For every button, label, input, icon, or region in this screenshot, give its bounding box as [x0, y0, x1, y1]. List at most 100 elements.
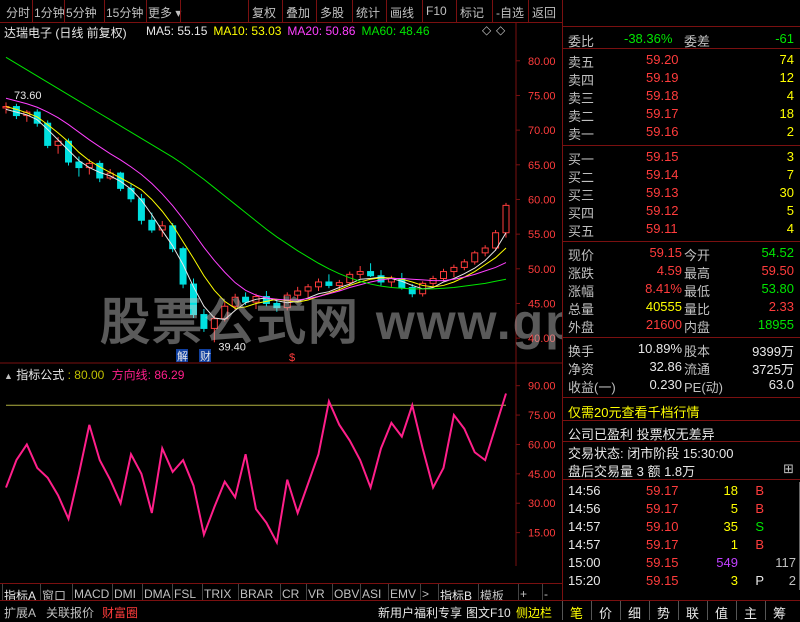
toolbar-button-4[interactable]: 画线 — [390, 4, 414, 21]
toolbar-tab-3[interactable]: 15分钟 — [106, 4, 143, 21]
toolbar-tab-1[interactable]: 1分钟 — [34, 4, 65, 21]
indicator-dropdown-icon[interactable]: ▲ — [4, 371, 13, 381]
toolbar-button-6[interactable]: 标记 — [460, 4, 484, 21]
price-axis-label: 75.00 — [528, 90, 556, 102]
candle-body — [85, 162, 93, 169]
bottom-tab-dma-4[interactable]: DMA — [144, 587, 171, 601]
tab-divider — [142, 584, 143, 600]
price-axis-label: 80.00 — [528, 56, 556, 68]
candle-body — [148, 219, 156, 231]
bottom-tab-asi-11[interactable]: ASI — [362, 587, 381, 601]
candle-body — [137, 198, 145, 221]
tab-divider — [172, 584, 173, 600]
toolbar-divider — [456, 0, 457, 22]
bottom-tab-macd-2[interactable]: MACD — [74, 587, 109, 601]
tab-divider — [40, 584, 41, 600]
ma-line-ma60 — [5, 56, 507, 290]
tab-divider — [72, 584, 73, 600]
tab-divider — [2, 584, 3, 600]
toolbar-divider — [248, 0, 249, 22]
price-axis-label: 55.00 — [528, 229, 556, 241]
bottom-tab-item-16[interactable]: + — [520, 587, 527, 601]
bottom-tab-vr-9[interactable]: VR — [308, 587, 325, 601]
tab-divider — [518, 584, 519, 600]
tab-divider — [238, 584, 239, 600]
tab-divider — [420, 584, 421, 600]
candle-body — [460, 261, 468, 268]
toolbar-divider — [104, 0, 105, 22]
bottom-tab-dmi-3[interactable]: DMI — [114, 587, 136, 601]
tab-divider — [280, 584, 281, 600]
indicator-direction: 方向线: 86.29 — [111, 368, 185, 382]
toolbar-button-3[interactable]: 统计 — [356, 4, 380, 21]
toolbar-divider — [64, 0, 65, 22]
tab-divider — [478, 584, 479, 600]
price-axis-label: 65.00 — [528, 160, 556, 172]
candle-body — [502, 204, 510, 234]
tab-divider — [542, 584, 543, 600]
tab-divider — [360, 584, 361, 600]
toolbar-divider — [422, 0, 423, 22]
status-newuser-link[interactable]: 新用户福利专享 — [378, 604, 462, 621]
toolbar-divider — [282, 0, 283, 22]
quote-panel — [562, 0, 800, 620]
toolbar-divider — [352, 0, 353, 22]
candle-body — [356, 271, 364, 275]
indicator-tab-bar: 指标A 窗口 MACD DMI DMA FSL TRIX BRAR CR VR OBV ASI EMV >… — [0, 583, 562, 603]
tab-divider — [438, 584, 439, 600]
indicator-name[interactable]: 指标公式 — [16, 368, 64, 382]
toolbar-button-8[interactable]: 返回 — [532, 4, 556, 21]
candle-body — [179, 248, 187, 285]
status-related-quotes[interactable]: 关联报价 — [46, 604, 94, 621]
toolbar-divider — [146, 0, 147, 22]
high-price-label: 73.60 — [14, 90, 42, 102]
indicator-header: ▲ 指标公式 : 80.00 方向线: 86.29 — [4, 366, 184, 382]
bottom-tab-trix-6[interactable]: TRIX — [204, 587, 231, 601]
indicator-axis-label: 90.00 — [528, 381, 556, 393]
tab-divider — [306, 584, 307, 600]
indicator-value: : 80.00 — [67, 368, 105, 382]
candle-body — [440, 271, 447, 280]
price-axis-label: 50.00 — [528, 264, 556, 276]
toolbar-divider — [492, 0, 493, 22]
toolbar-tab-4[interactable]: 更多 ▾ — [148, 4, 181, 21]
toolbar-divider — [32, 0, 33, 22]
bottom-tab-obv-10[interactable]: OBV — [334, 587, 359, 601]
candle-body — [471, 252, 479, 263]
bottom-tab-item-13[interactable]: > — [422, 587, 429, 601]
indicator-axis-label: 75.00 — [528, 410, 556, 422]
bottom-tab-fsl-5[interactable]: FSL — [174, 587, 196, 601]
toolbar-divider — [316, 0, 317, 22]
candle-body — [481, 247, 489, 254]
toolbar-button-2[interactable]: 多股 — [320, 4, 344, 21]
tab-divider — [202, 584, 203, 600]
status-sidebar-link[interactable]: 侧边栏 — [516, 604, 552, 621]
tab-divider — [112, 584, 113, 600]
toolbar-tab-2[interactable]: 5分钟 — [66, 4, 97, 21]
status-f10-link[interactable]: 图文F10 — [466, 604, 511, 621]
status-wealth-circle[interactable]: 财富圈 — [102, 604, 138, 621]
toolbar-button-1[interactable]: 叠加 — [286, 4, 310, 21]
indicator-axis-label: 15.00 — [528, 528, 556, 540]
bottom-tab-brar-7[interactable]: BRAR — [240, 587, 273, 601]
toolbar-button-7[interactable]: -自选 — [496, 4, 524, 21]
toolbar-divider — [386, 0, 387, 22]
candle-body — [450, 266, 458, 273]
toolbar-divider — [180, 0, 181, 22]
toolbar-button-0[interactable]: 复权 — [252, 4, 276, 21]
toolbar-divider — [528, 0, 529, 22]
bottom-tab-cr-8[interactable]: CR — [282, 587, 299, 601]
ma-line-ma20 — [5, 97, 507, 301]
price-axis-label: 60.00 — [528, 194, 556, 206]
indicator-line — [5, 393, 507, 546]
indicator-axis-label: 45.00 — [528, 469, 556, 481]
indicator-axis-label: 30.00 — [528, 498, 556, 510]
toolbar-button-5[interactable]: F10 — [426, 4, 447, 18]
status-expand[interactable]: 扩展A — [4, 604, 36, 621]
candle-body — [127, 187, 135, 200]
tab-divider — [332, 584, 333, 600]
toolbar-tab-0[interactable]: 分时 — [6, 4, 30, 21]
bottom-tab-emv-12[interactable]: EMV — [390, 587, 416, 601]
tab-divider — [388, 584, 389, 600]
bottom-tab-item-17[interactable]: - — [544, 587, 548, 601]
